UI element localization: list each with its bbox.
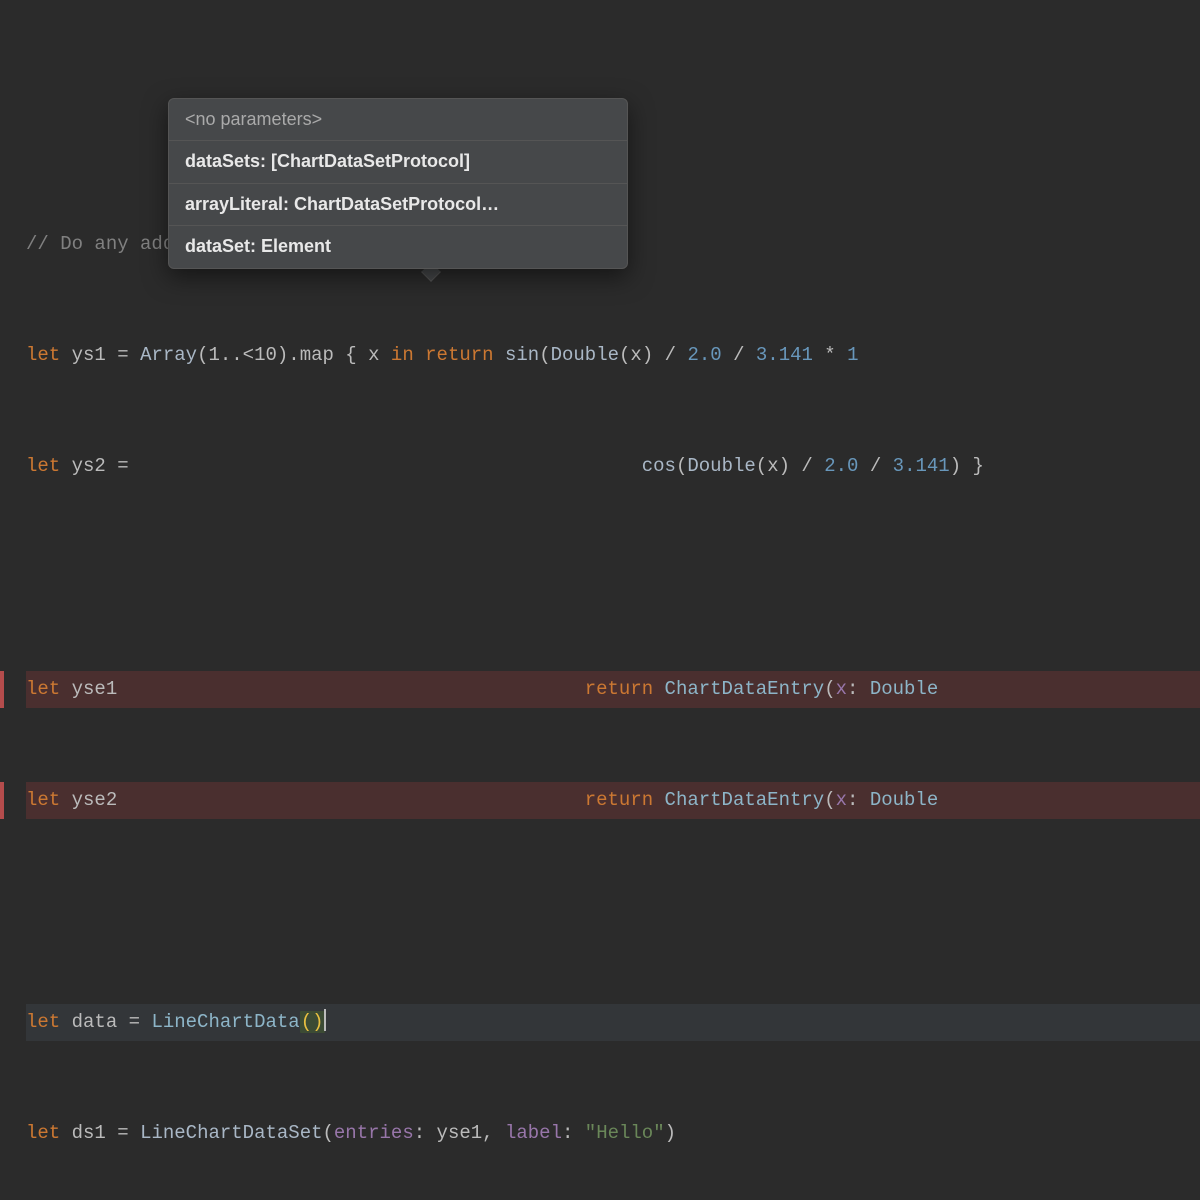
parameter-hints-popup[interactable]: <no parameters> dataSets: [ChartDataSetP… bbox=[168, 98, 628, 269]
blank-line[interactable] bbox=[26, 893, 1200, 930]
code-line[interactable]: let ys2 = xxxxxxxxxxxxxxxxxxxxxxxxxxxxxx… bbox=[26, 448, 1200, 485]
code-line-error[interactable]: let yse1xxxxxxxxxxxxxxxxxxxxxxxxxxxxxxxx… bbox=[26, 671, 1200, 708]
completion-item[interactable]: arrayLiteral: ChartDataSetProtocol… bbox=[169, 184, 627, 226]
caret-position: () bbox=[300, 1011, 325, 1033]
code-editor[interactable]: // Do any additional setup after loading… bbox=[0, 148, 1200, 1200]
blank-line[interactable] bbox=[26, 560, 1200, 597]
code-line-error[interactable]: let yse2xxxxxxxxxxxxxxxxxxxxxxxxxxxxxxxx… bbox=[26, 782, 1200, 819]
code-line-current[interactable]: let data = LineChartData() bbox=[26, 1004, 1200, 1041]
completion-item[interactable]: dataSet: Element bbox=[169, 226, 627, 267]
completion-item[interactable]: <no parameters> bbox=[169, 99, 627, 141]
text-caret bbox=[324, 1009, 326, 1031]
completion-item[interactable]: dataSets: [ChartDataSetProtocol] bbox=[169, 141, 627, 183]
code-line[interactable]: let ys1 = Array(1..<10).map { x in retur… bbox=[26, 337, 1200, 374]
code-line[interactable]: let ds1 = LineChartDataSet(entries: yse1… bbox=[26, 1115, 1200, 1152]
